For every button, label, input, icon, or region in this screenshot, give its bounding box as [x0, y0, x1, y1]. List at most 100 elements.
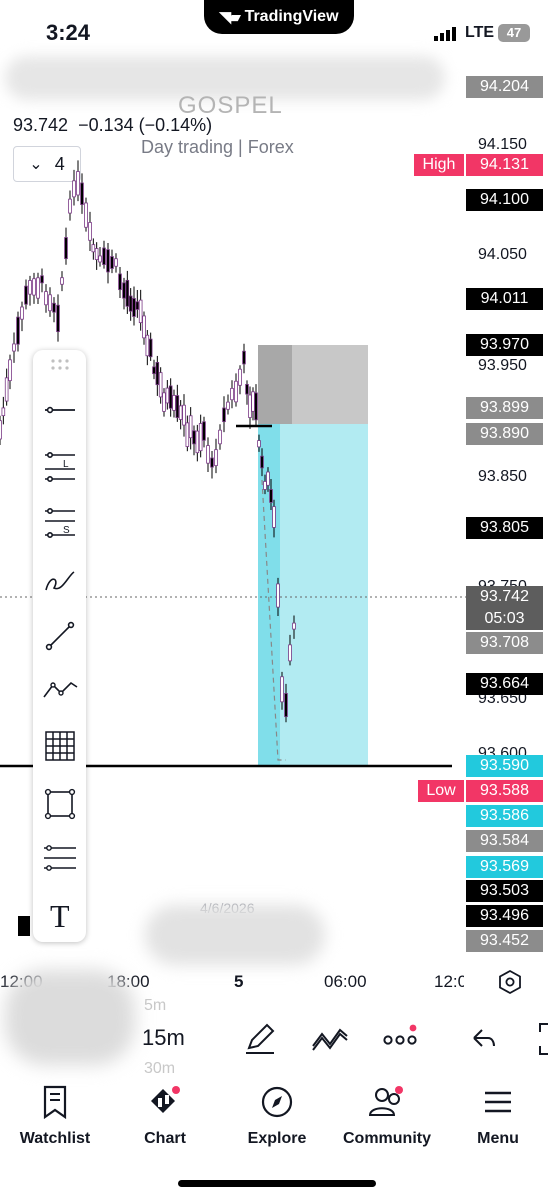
candle-body: [94, 248, 99, 261]
candle-body: [98, 255, 102, 263]
tab-watchlist[interactable]: Watchlist: [0, 1085, 110, 1155]
price-label: 93.586: [466, 805, 543, 827]
price-label: 94.204: [466, 76, 543, 98]
long-position-tool[interactable]: L: [33, 445, 86, 489]
candle-body: [218, 429, 222, 445]
pen-icon: [246, 1023, 275, 1054]
drawing-button[interactable]: [240, 1018, 280, 1058]
price-label: 94.131: [466, 154, 543, 176]
candle-body: [185, 422, 190, 447]
indicators-button[interactable]: [310, 1022, 350, 1056]
candle-body: [269, 489, 273, 503]
candle-body: [110, 256, 114, 269]
price-label: 93.708: [466, 632, 543, 654]
tab-community[interactable]: Community: [332, 1085, 442, 1155]
price-tick: 93.950: [478, 357, 527, 374]
parallel-channel-tool[interactable]: [33, 836, 86, 880]
candle-body: [44, 291, 48, 306]
pattern-icon: [42, 681, 77, 698]
brush-tool[interactable]: [33, 560, 86, 604]
compass-icon: [261, 1086, 293, 1118]
price-label-current: 93.742: [466, 586, 543, 608]
tab-menu[interactable]: Menu: [443, 1085, 553, 1155]
gann-box-tool[interactable]: [33, 724, 86, 768]
candle-body: [188, 415, 193, 439]
more-dots-icon: [383, 1024, 417, 1045]
candle-body: [0, 420, 2, 440]
candle-body: [288, 644, 292, 662]
interval-option[interactable]: 30m: [144, 1060, 175, 1078]
svg-text:L: L: [63, 459, 69, 470]
candle-body: [132, 298, 136, 317]
more-button[interactable]: [380, 1022, 420, 1056]
horizontal-line-tool[interactable]: [33, 388, 86, 432]
fullscreen-button[interactable]: [534, 1022, 554, 1056]
interval-option[interactable]: 5m: [144, 997, 166, 1015]
candle-body: [272, 506, 276, 528]
price-label: 93.590: [466, 755, 543, 777]
fullscreen-icon: [539, 1023, 548, 1055]
candle-body: [125, 279, 130, 307]
candle-body: [165, 387, 170, 404]
candle-body: [118, 273, 122, 291]
candle-body: [114, 258, 118, 267]
tab-label: Community: [343, 1130, 431, 1147]
gann-box-icon: [44, 731, 75, 761]
time-tick: 12:00: [434, 972, 464, 991]
rectangle-tool[interactable]: [33, 782, 86, 826]
candle-body: [122, 282, 126, 299]
tab-explore[interactable]: Explore: [222, 1085, 332, 1155]
chart-settings-button[interactable]: [496, 968, 524, 996]
countdown-label: 05:03: [466, 608, 543, 630]
candle-body: [84, 202, 88, 228]
candle-body: [214, 449, 218, 466]
price-label: 93.496: [466, 905, 543, 927]
candle-body: [257, 440, 261, 448]
drawing-toolbar[interactable]: L S T: [33, 350, 86, 942]
price-label: 93.899: [466, 397, 543, 419]
price-label: 93.890: [466, 423, 543, 445]
bookmark-icon: [43, 1085, 67, 1120]
text-tool[interactable]: T: [33, 892, 86, 936]
undo-button[interactable]: [466, 1022, 500, 1056]
candle-body: [40, 275, 44, 284]
candle-body: [106, 249, 110, 273]
price-label: 93.452: [466, 930, 543, 952]
candle-body: [175, 395, 180, 419]
short-position-tool[interactable]: S: [33, 501, 86, 545]
candle-body: [8, 359, 12, 382]
candle-body: [155, 361, 160, 386]
indicators-icon: [312, 1028, 348, 1051]
redacted-overlay: [145, 905, 325, 965]
price-label: 94.100: [466, 189, 543, 211]
candle-body: [168, 385, 173, 409]
candle-body: [52, 302, 56, 313]
candle-body: [251, 391, 255, 412]
interval-selector[interactable]: 15m: [142, 1025, 185, 1051]
drag-handle-icon[interactable]: [50, 358, 70, 372]
candle-body: [142, 315, 146, 339]
candle-body: [158, 372, 163, 398]
low-tag: Low: [418, 780, 464, 802]
candle-body: [148, 338, 153, 358]
trend-line-tool[interactable]: [33, 614, 86, 658]
candle-body: [145, 334, 150, 357]
price-label: 93.805: [466, 517, 543, 539]
brush-icon: [44, 571, 75, 591]
pattern-tool[interactable]: [33, 668, 86, 712]
price-label: 93.970: [466, 334, 543, 356]
candle-body: [280, 676, 284, 703]
candle-body: [195, 430, 200, 454]
candle-body: [24, 285, 28, 305]
price-tick: 93.850: [478, 468, 527, 485]
hamburger-icon: [485, 1091, 511, 1113]
candle-body: [48, 294, 52, 312]
tab-chart[interactable]: Chart: [110, 1085, 220, 1155]
candle-body: [36, 277, 40, 299]
candle-body: [248, 394, 252, 418]
candle-body: [292, 622, 296, 630]
candle-body: [178, 405, 183, 420]
text-icon: T: [50, 898, 70, 931]
candle-body: [276, 583, 280, 608]
home-indicator: [178, 1180, 376, 1187]
